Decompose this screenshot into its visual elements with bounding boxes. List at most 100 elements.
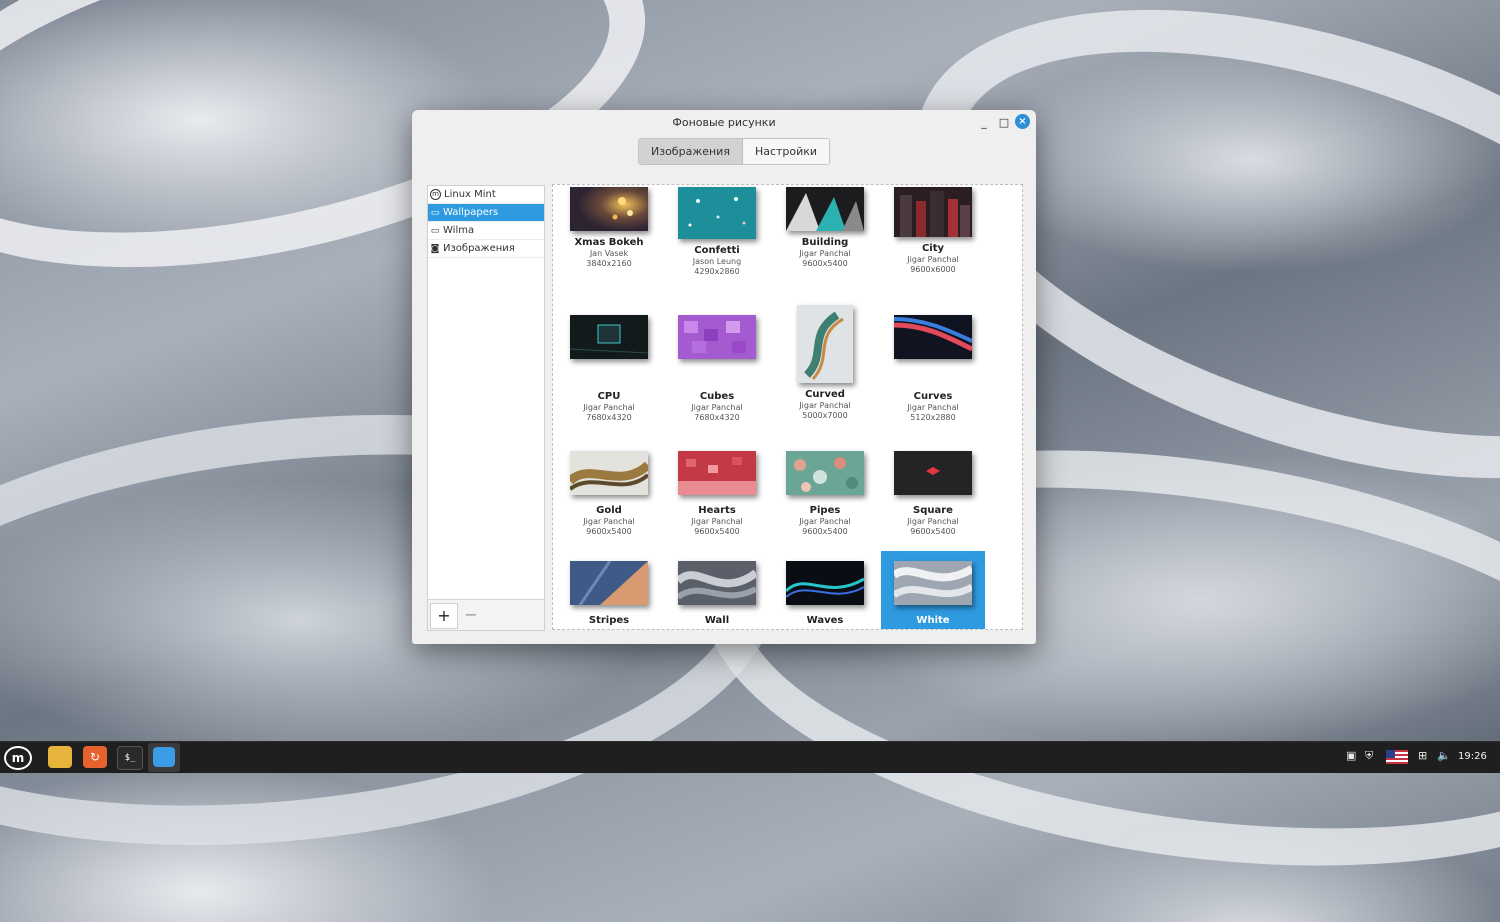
- wallpaper-thumbnail: [894, 187, 972, 237]
- remove-folder-button[interactable]: −: [458, 603, 484, 627]
- wallpaper-name: City: [921, 243, 945, 254]
- files-icon[interactable]: [48, 746, 72, 768]
- wallpaper-thumbnail: [678, 561, 756, 605]
- sidebar-item-label: Изображения: [443, 243, 515, 254]
- sidebar-item-label: Wilma: [443, 225, 475, 236]
- wallpaper-name: White: [916, 615, 950, 626]
- wallpaper-resolution: 7680x4320: [694, 413, 740, 422]
- tab-settings[interactable]: Настройки: [742, 139, 830, 164]
- mint-menu-icon[interactable]: m: [4, 746, 32, 770]
- wallpaper-thumbnail: [894, 315, 972, 359]
- wallpaper-thumbnail: [570, 451, 648, 495]
- wallpaper-author: Jan Vasek: [589, 249, 629, 258]
- wallpaper-item-pipes[interactable]: Pipes Jigar Panchal 9600x5400: [773, 451, 877, 536]
- wallpaper-author: Jigar Panchal: [799, 401, 851, 410]
- wallpaper-grid: Xmas Bokeh Jan Vasek 3840x2160 Confetti …: [552, 184, 1023, 630]
- sidebar-toolbar: + −: [428, 599, 544, 630]
- wallpaper-author: Jason Leung: [692, 257, 742, 266]
- window-title: Фоновые рисунки: [672, 116, 776, 129]
- wallpaper-item-white[interactable]: White: [881, 551, 985, 629]
- wallpaper-thumbnail: [570, 315, 648, 359]
- terminal-icon[interactable]: $_: [117, 746, 143, 770]
- sidebar-item-linux-mint[interactable]: m Linux Mint: [428, 186, 544, 204]
- wallpaper-resolution: 9600x6000: [910, 265, 956, 274]
- wallpaper-resolution: 9600x5400: [802, 259, 848, 268]
- network-icon[interactable]: ⊞: [1418, 749, 1427, 762]
- close-button[interactable]: ×: [1015, 114, 1030, 129]
- wallpaper-item-gold[interactable]: Gold Jigar Panchal 9600x5400: [557, 451, 661, 536]
- wallpaper-item-xmas-bokeh[interactable]: Xmas Bokeh Jan Vasek 3840x2160: [557, 187, 661, 268]
- wallpaper-resolution: 9600x5400: [802, 527, 848, 536]
- wallpaper-item-cubes[interactable]: Cubes Jigar Panchal 7680x4320: [665, 315, 769, 422]
- sidebar-item-label: Wallpapers: [443, 207, 499, 218]
- wallpaper-name: Hearts: [698, 505, 736, 516]
- clipboard-icon[interactable]: ▣: [1346, 749, 1356, 762]
- wallpaper-app-button[interactable]: [148, 743, 180, 772]
- collection-sidebar: m Linux Mint ▭ Wallpapers ▭ Wilma ◙ Изоб…: [427, 185, 545, 631]
- wallpaper-author: Jigar Panchal: [583, 517, 635, 526]
- wallpaper-thumbnail: [894, 451, 972, 495]
- backgrounds-window: Фоновые рисунки _ □ × Изображения Настро…: [412, 110, 1036, 644]
- wallpaper-name: Waves: [806, 615, 844, 626]
- update-manager-icon[interactable]: ↻: [83, 746, 107, 768]
- wallpaper-author: Jigar Panchal: [691, 517, 743, 526]
- wallpaper-item-city[interactable]: City Jigar Panchal 9600x6000: [881, 187, 985, 274]
- wallpaper-resolution: 3840x2160: [586, 259, 632, 268]
- sidebar-item-label: Linux Mint: [444, 189, 496, 200]
- wallpaper-name: Curved: [805, 389, 845, 400]
- wallpaper-resolution: 9600x5400: [694, 527, 740, 536]
- wallpaper-name: Gold: [596, 505, 622, 516]
- wallpaper-name: Xmas Bokeh: [574, 237, 644, 248]
- add-folder-button[interactable]: +: [430, 603, 458, 629]
- wallpaper-item-curves[interactable]: Curves Jigar Panchal 5120x2880: [881, 315, 985, 422]
- wallpaper-thumbnail: [786, 561, 864, 605]
- wallpaper-item-confetti[interactable]: Confetti Jason Leung 4290x2860: [665, 187, 769, 276]
- maximize-button[interactable]: □: [996, 115, 1012, 131]
- wallpaper-item-wall[interactable]: Wall: [665, 561, 769, 626]
- shield-icon[interactable]: ⛨: [1365, 749, 1373, 763]
- us-flag-icon[interactable]: [1386, 750, 1408, 764]
- camera-icon: ◙: [430, 243, 440, 254]
- wallpaper-author: Jigar Panchal: [907, 517, 959, 526]
- wallpaper-name: Square: [913, 505, 953, 516]
- wallpaper-resolution: 7680x4320: [586, 413, 632, 422]
- title-bar[interactable]: Фоновые рисунки _ □ ×: [412, 110, 1036, 136]
- wallpaper-item-stripes[interactable]: Stripes: [557, 561, 661, 626]
- sidebar-item-wilma[interactable]: ▭ Wilma: [428, 222, 544, 240]
- wallpaper-thumbnail: [797, 305, 853, 383]
- sidebar-item-wallpapers[interactable]: ▭ Wallpapers: [428, 204, 544, 222]
- wallpaper-thumbnail: [678, 187, 756, 239]
- wallpaper-author: Jigar Panchal: [691, 403, 743, 412]
- wallpaper-name: Wall: [704, 615, 730, 626]
- minimize-button[interactable]: _: [976, 115, 992, 131]
- wallpaper-thumbnail: [894, 561, 972, 605]
- wallpaper-item-curved[interactable]: Curved Jigar Panchal 5000x7000: [773, 305, 877, 420]
- wallpaper-thumbnail: [678, 451, 756, 495]
- volume-icon[interactable]: 🔈: [1437, 749, 1451, 762]
- wallpaper-resolution: 5000x7000: [802, 411, 848, 420]
- wallpaper-name: Stripes: [588, 615, 630, 626]
- wallpaper-item-building[interactable]: Building Jigar Panchal 9600x5400: [773, 187, 877, 268]
- wallpaper-name: Curves: [913, 391, 953, 402]
- wallpaper-resolution: 4290x2860: [694, 267, 740, 276]
- wallpaper-thumbnail: [678, 315, 756, 359]
- sidebar-item-images[interactable]: ◙ Изображения: [428, 240, 544, 258]
- wallpaper-item-square[interactable]: Square Jigar Panchal 9600x5400: [881, 451, 985, 536]
- wallpaper-thumbnail: [570, 187, 648, 231]
- mint-logo-icon: m: [430, 189, 441, 200]
- wallpaper-author: Jigar Panchal: [907, 255, 959, 264]
- wallpaper-thumbnail: [786, 451, 864, 495]
- wallpaper-resolution: 9600x5400: [586, 527, 632, 536]
- monitor-icon: ▭: [430, 207, 440, 218]
- wallpaper-item-hearts[interactable]: Hearts Jigar Panchal 9600x5400: [665, 451, 769, 536]
- tab-images[interactable]: Изображения: [639, 139, 743, 164]
- wallpaper-item-cpu[interactable]: CPU Jigar Panchal 7680x4320: [557, 315, 661, 422]
- wallpaper-name: CPU: [597, 391, 621, 402]
- wallpaper-item-waves[interactable]: Waves: [773, 561, 877, 626]
- wallpaper-thumbnail: [786, 187, 864, 231]
- wallpaper-author: Jigar Panchal: [583, 403, 635, 412]
- wallpaper-author: Jigar Panchal: [907, 403, 959, 412]
- monitor-icon: ▭: [430, 225, 440, 236]
- clock[interactable]: 19:26: [1458, 751, 1487, 762]
- wallpaper-thumbnail: [570, 561, 648, 605]
